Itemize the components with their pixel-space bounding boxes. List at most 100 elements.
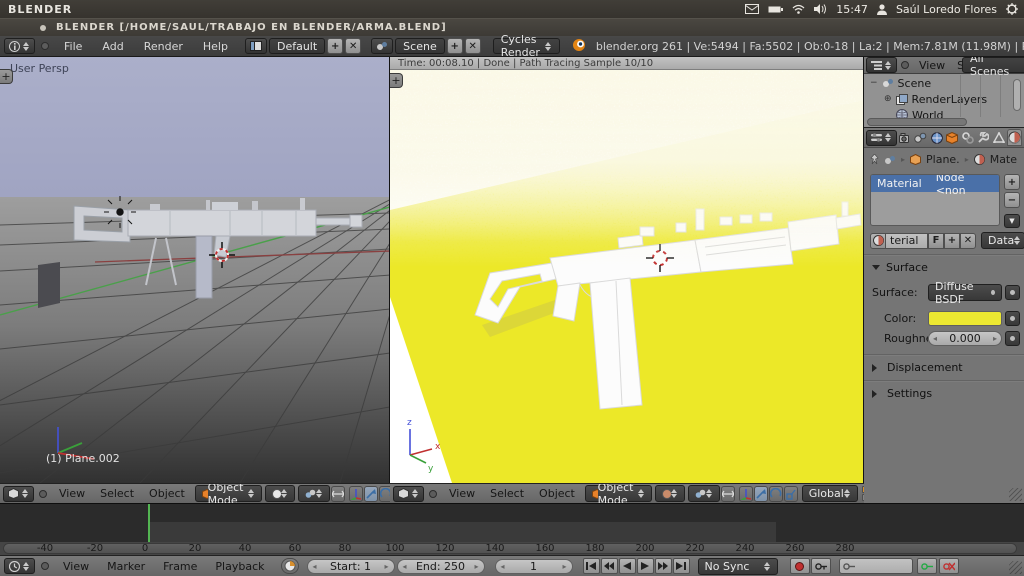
- view-menu[interactable]: View: [442, 487, 482, 500]
- editor-type-button[interactable]: [3, 486, 34, 502]
- region-resize-corner[interactable]: [1009, 561, 1022, 574]
- material-slot-active[interactable]: Material Node <non: [871, 175, 999, 192]
- pivot-point-select[interactable]: [298, 485, 330, 502]
- select-menu[interactable]: Select: [93, 487, 141, 500]
- end-frame-field[interactable]: ◂ End: 250 ▸: [397, 559, 485, 574]
- tab-constraints[interactable]: [961, 129, 976, 146]
- jump-to-start-button[interactable]: [583, 558, 600, 574]
- tab-object[interactable]: [945, 129, 960, 146]
- tab-material[interactable]: [1007, 129, 1022, 146]
- surface-node-socket-button[interactable]: [1005, 285, 1020, 300]
- next-keyframe-button[interactable]: [655, 558, 672, 574]
- timeline-menu-playback[interactable]: Playback: [207, 560, 272, 573]
- crumb-object[interactable]: Plane.: [926, 153, 960, 166]
- viewport-3d-solid[interactable]: User Persp + (1) Plane.002: [0, 57, 390, 483]
- slider-right-arrow[interactable]: ▸: [475, 562, 479, 571]
- roughness-slider[interactable]: ◂ 0.000 ▸: [928, 331, 1002, 346]
- manipulator-axes-icon[interactable]: [349, 486, 363, 502]
- editor-type-button[interactable]: [866, 130, 897, 146]
- pin-icon[interactable]: [870, 154, 879, 166]
- menu-render[interactable]: Render: [135, 40, 192, 53]
- insert-keyframe-button[interactable]: [917, 558, 937, 574]
- battery-icon[interactable]: [768, 5, 783, 14]
- header-collapse-toggle[interactable]: [41, 42, 49, 50]
- mail-icon[interactable]: [745, 4, 759, 14]
- roughness-node-socket-button[interactable]: [1005, 331, 1020, 346]
- region-resize-corner[interactable]: [1009, 488, 1022, 501]
- expander-icon[interactable]: −: [870, 78, 878, 88]
- expander-icon[interactable]: ⊕: [884, 94, 892, 104]
- sync-mode-select[interactable]: No Sync: [698, 558, 778, 575]
- region-expand-tab[interactable]: +: [0, 69, 13, 84]
- timeline-ruler[interactable]: -40-200204060801001201401601802002202402…: [0, 542, 1024, 555]
- layout-add-button[interactable]: +: [327, 38, 343, 54]
- scene-add-button[interactable]: +: [447, 38, 463, 54]
- viewport-shading-select[interactable]: [265, 485, 295, 502]
- translate-manipulator-button[interactable]: [754, 486, 768, 502]
- manipulator-toggle-button[interactable]: [331, 486, 345, 502]
- wifi-icon[interactable]: [792, 4, 805, 14]
- color-node-socket-button[interactable]: [1005, 311, 1020, 326]
- header-collapse-toggle[interactable]: [429, 490, 437, 498]
- slider-left-arrow[interactable]: ◂: [501, 562, 505, 571]
- session-gear-icon[interactable]: [1006, 3, 1018, 15]
- manipulator-axes-icon[interactable]: [739, 486, 753, 502]
- material-new-button[interactable]: +: [944, 233, 960, 249]
- material-unlink-button[interactable]: ✕: [960, 233, 976, 249]
- screen-layout-icon-button[interactable]: [245, 38, 267, 54]
- tab-scene[interactable]: [914, 129, 929, 146]
- screen-layout-name[interactable]: Default: [269, 38, 325, 54]
- select-menu[interactable]: Select: [483, 487, 531, 500]
- manipulator-toggle-button[interactable]: [721, 486, 735, 502]
- editor-type-button[interactable]: [4, 38, 35, 54]
- start-frame-field[interactable]: ◂ Start: 1 ▸: [307, 559, 395, 574]
- outliner-hscrollbar[interactable]: [867, 118, 967, 126]
- object-menu[interactable]: Object: [142, 487, 192, 500]
- object-cube-icon[interactable]: [910, 154, 921, 165]
- slot-specials-button[interactable]: ▼: [1004, 214, 1020, 228]
- header-collapse-toggle[interactable]: [41, 562, 49, 570]
- slider-right-arrow[interactable]: ▸: [563, 562, 567, 571]
- timeline-menu-view[interactable]: View: [55, 560, 97, 573]
- scene-icon[interactable]: [884, 155, 896, 165]
- view-menu[interactable]: View: [52, 487, 92, 500]
- keying-set-field[interactable]: [839, 558, 913, 574]
- current-frame-field[interactable]: ◂ 1 ▸: [495, 559, 573, 574]
- viewport-shading-select[interactable]: [655, 485, 685, 502]
- slot-add-button[interactable]: +: [1004, 174, 1020, 190]
- delete-keyframe-button[interactable]: [939, 558, 959, 574]
- outliner-filter-select[interactable]: All Scenes: [962, 57, 1024, 73]
- play-reverse-button[interactable]: [619, 558, 636, 574]
- slider-right-arrow[interactable]: ▸: [385, 562, 389, 571]
- tab-modifiers[interactable]: [976, 129, 991, 146]
- timeline-menu-marker[interactable]: Marker: [99, 560, 153, 573]
- user-menu[interactable]: Saúl Loredo Flores: [896, 3, 997, 16]
- timeline-menu-frame[interactable]: Frame: [155, 560, 205, 573]
- layer-buttons[interactable]: [862, 486, 864, 501]
- material-slot-list[interactable]: Material Node <non: [870, 174, 1000, 226]
- menu-add[interactable]: Add: [93, 40, 132, 53]
- menu-help[interactable]: Help: [194, 40, 237, 53]
- scene-delete-button[interactable]: ✕: [465, 38, 481, 54]
- viewport-3d-rendered[interactable]: z x y Time: 00:08.10 | Done | Path Traci…: [390, 57, 864, 483]
- slider-left-arrow[interactable]: ◂: [313, 562, 317, 571]
- transform-orientation-select[interactable]: Global: [802, 485, 858, 502]
- rotate-manipulator-button[interactable]: [769, 486, 783, 502]
- render-engine-select[interactable]: Cycles Render: [493, 38, 560, 54]
- crumb-material[interactable]: Mate: [990, 153, 1017, 166]
- jump-to-end-button[interactable]: [673, 558, 690, 574]
- tab-render[interactable]: [898, 129, 913, 146]
- panel-displacement-header[interactable]: Displacement: [872, 361, 963, 374]
- fake-user-button[interactable]: F: [928, 233, 944, 249]
- sound-icon[interactable]: [814, 4, 827, 14]
- timeline-track-area[interactable]: [0, 503, 1024, 542]
- pivot-point-select[interactable]: [688, 485, 720, 502]
- scene-icon-button[interactable]: [371, 38, 393, 54]
- outliner-vscrollbar[interactable]: [1013, 79, 1021, 111]
- panel-surface-header[interactable]: Surface: [872, 261, 928, 274]
- material-name-field[interactable]: terial: [886, 233, 928, 249]
- slot-remove-button[interactable]: −: [1004, 192, 1020, 208]
- mode-select[interactable]: Object Mode: [585, 485, 652, 502]
- surface-shader-select[interactable]: Diffuse BSDF: [928, 284, 1002, 301]
- current-frame-marker[interactable]: [148, 504, 150, 543]
